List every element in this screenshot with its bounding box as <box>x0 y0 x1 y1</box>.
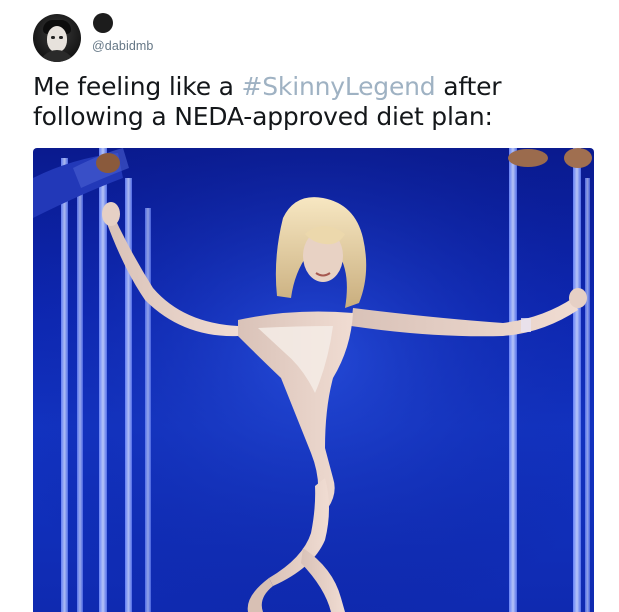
tweet-image[interactable] <box>33 148 594 612</box>
avatar-eye-right <box>59 36 63 39</box>
hashtag-link[interactable]: #SkinnyLegend <box>242 72 436 101</box>
avatar-eye-left <box>51 36 55 39</box>
avatar-shirt <box>39 50 75 62</box>
tweet-text-before: Me feeling like a <box>33 72 242 101</box>
tweet: @dabidmb Me feeling like a #SkinnyLegend… <box>0 0 619 612</box>
user-handle[interactable]: @dabidmb <box>92 39 153 53</box>
display-name-placeholder-icon[interactable] <box>93 13 113 33</box>
tweet-text: Me feeling like a #SkinnyLegend after fo… <box>33 72 603 132</box>
stage-performer-illustration <box>33 148 594 612</box>
avatar-face <box>47 26 67 52</box>
avatar[interactable] <box>33 14 81 62</box>
